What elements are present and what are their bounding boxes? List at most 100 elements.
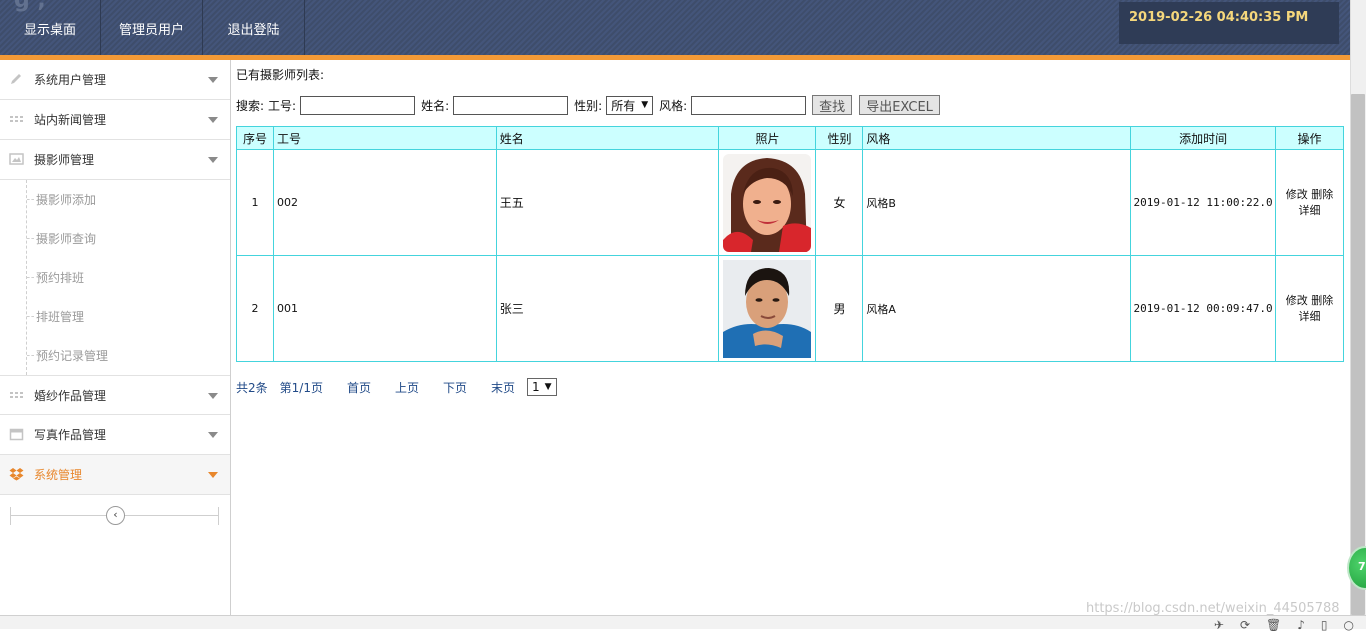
pager-next[interactable]: 下页 bbox=[443, 379, 467, 396]
sidebar-collapse-area: ‹ bbox=[0, 495, 230, 535]
nav-show-desktop[interactable]: 显示桌面 bbox=[0, 0, 101, 56]
chevron-down-icon bbox=[208, 432, 218, 438]
speaker-icon[interactable]: ♪ bbox=[1297, 618, 1305, 632]
col-header-name: 姓名 bbox=[495, 126, 720, 150]
delete-link[interactable]: 删除 bbox=[1311, 294, 1333, 307]
table-header-row: 序号 工号 姓名 照片 性别 风格 添加时间 操作 bbox=[236, 126, 1344, 150]
submenu-add-photographer[interactable]: 摄影师添加 bbox=[0, 180, 230, 219]
pager-total: 共2条 bbox=[236, 380, 268, 395]
style-search-input[interactable] bbox=[691, 95, 807, 115]
woman-portrait-image bbox=[723, 153, 812, 252]
datetime-display: 2019-02-26 04:40:35 PM bbox=[1119, 2, 1339, 44]
photographer-photo bbox=[723, 259, 812, 358]
detail-link[interactable]: 详细 bbox=[1299, 310, 1321, 323]
trash-icon[interactable]: 🗑 bbox=[1266, 618, 1281, 632]
badge-text: 78 bbox=[1358, 560, 1366, 573]
cell-name: 王五 bbox=[495, 149, 720, 256]
delete-link[interactable]: 删除 bbox=[1311, 188, 1333, 201]
grid-icon bbox=[10, 116, 23, 122]
id-search-input[interactable] bbox=[300, 95, 416, 115]
top-nav: 显示桌面 管理员用户 退出登陆 bbox=[0, 0, 305, 56]
detail-link[interactable]: 详细 bbox=[1299, 204, 1321, 217]
col-header-photo: 照片 bbox=[718, 126, 817, 150]
man-portrait-image bbox=[723, 259, 812, 358]
col-header-seq: 序号 bbox=[236, 126, 274, 150]
gender-select-value: 所有 bbox=[611, 98, 636, 113]
gender-select[interactable]: 所有 ▼ bbox=[606, 95, 654, 115]
refresh-icon[interactable]: ⟳ bbox=[1240, 618, 1250, 632]
cell-photo bbox=[718, 149, 817, 256]
nav-logout[interactable]: 退出登陆 bbox=[203, 0, 305, 56]
photographer-table: 序号 工号 姓名 照片 性别 风格 添加时间 操作 1 002 王五 女 风格B… bbox=[236, 126, 1344, 362]
pager-last[interactable]: 末页 bbox=[491, 379, 515, 396]
export-excel-button[interactable]: 导出EXCEL bbox=[859, 95, 940, 115]
menu-system-manage[interactable]: 系统管理 bbox=[0, 455, 230, 495]
cell-style: 风格B bbox=[862, 149, 1132, 256]
collapse-sidebar-button[interactable]: ‹ bbox=[106, 506, 125, 525]
cell-photo bbox=[718, 255, 817, 362]
menu-photographer[interactable]: 摄影师管理 bbox=[0, 140, 230, 180]
cell-seq: 2 bbox=[236, 255, 274, 362]
table-row: 1 002 王五 女 风格B 2019-01-12 11:00:22.0 修改 … bbox=[236, 149, 1344, 256]
nav-admin-user[interactable]: 管理员用户 bbox=[101, 0, 203, 56]
pager-page-of: 第1/1页 bbox=[279, 380, 323, 395]
chevron-down-icon bbox=[208, 472, 218, 478]
pencil-icon bbox=[11, 74, 21, 84]
cell-time: 2019-01-12 11:00:22.0 bbox=[1130, 149, 1277, 256]
dropdown-arrow-icon: ▼ bbox=[641, 100, 649, 110]
search-prefix-label: 搜索: bbox=[236, 98, 265, 113]
photographer-photo bbox=[723, 153, 812, 252]
photographer-submenu: 摄影师添加 摄影师查询 预约排班 排班管理 预约记录管理 bbox=[0, 180, 230, 375]
pager-prev[interactable]: 上页 bbox=[395, 379, 419, 396]
grid-icon bbox=[10, 392, 23, 398]
search-button[interactable]: 查找 bbox=[812, 95, 853, 115]
pager-first[interactable]: 首页 bbox=[347, 379, 371, 396]
edit-link[interactable]: 修改 bbox=[1286, 294, 1308, 307]
col-header-style: 风格 bbox=[862, 126, 1132, 150]
menu-system-users[interactable]: 系统用户管理 bbox=[0, 60, 230, 100]
menu-site-news[interactable]: 站内新闻管理 bbox=[0, 100, 230, 140]
calendar-icon bbox=[9, 428, 24, 441]
dropbox-icon bbox=[9, 468, 24, 481]
cell-id: 002 bbox=[272, 149, 497, 256]
image-icon bbox=[9, 153, 24, 165]
sidebar: 系统用户管理 站内新闻管理 摄影师管理 摄影师添加 摄影师查询 预约排班 排班管… bbox=[0, 60, 231, 615]
chevron-down-icon bbox=[208, 157, 218, 163]
submenu-query-photographer[interactable]: 摄影师查询 bbox=[0, 219, 230, 258]
col-header-gender: 性别 bbox=[815, 126, 864, 150]
list-title: 已有摄影师列表: bbox=[236, 68, 325, 82]
top-header: g , 显示桌面 管理员用户 退出登陆 2019-02-26 04:40:35 … bbox=[0, 0, 1366, 56]
menu-wedding-works[interactable]: 婚纱作品管理 bbox=[0, 375, 230, 415]
cell-id: 001 bbox=[272, 255, 497, 362]
browser-status-bar: ✈ ⟳ 🗑 ♪ ▯ ○ bbox=[0, 615, 1366, 632]
cell-ops: 修改 删除 详细 bbox=[1275, 149, 1344, 256]
cell-gender: 女 bbox=[815, 149, 864, 256]
search-bar: 搜索: 工号: 姓名: 性别: 所有 ▼ 风格: 查找 导出EXCEL bbox=[236, 94, 947, 116]
submenu-booking-records[interactable]: 预约记录管理 bbox=[0, 336, 230, 375]
datetime-text: 2019-02-26 04:40:35 PM bbox=[1129, 10, 1309, 25]
edit-link[interactable]: 修改 bbox=[1286, 188, 1308, 201]
window-icon[interactable]: ▯ bbox=[1321, 618, 1328, 632]
style-label: 风格: bbox=[659, 98, 688, 113]
menu-label: 系统管理 bbox=[34, 468, 83, 482]
vertical-scrollbar-thumb[interactable] bbox=[1351, 94, 1365, 615]
id-label: 工号: bbox=[268, 98, 297, 113]
submenu-schedule-booking[interactable]: 预约排班 bbox=[0, 258, 230, 297]
cell-seq: 1 bbox=[236, 149, 274, 256]
cell-style: 风格A bbox=[862, 255, 1132, 362]
menu-label: 写真作品管理 bbox=[34, 428, 107, 442]
submenu-schedule-manage[interactable]: 排班管理 bbox=[0, 297, 230, 336]
cell-time: 2019-01-12 00:09:47.0 bbox=[1130, 255, 1277, 362]
cell-name: 张三 bbox=[495, 255, 720, 362]
menu-label: 婚纱作品管理 bbox=[34, 388, 107, 403]
page-select-value: 1 bbox=[532, 380, 540, 394]
menu-portrait-works[interactable]: 写真作品管理 bbox=[0, 415, 230, 455]
status-icons: ✈ ⟳ 🗑 ♪ ▯ ○ bbox=[1214, 618, 1354, 632]
main-content: 已有摄影师列表: 搜索: 工号: 姓名: 性别: 所有 ▼ 风格: 查找 导出E… bbox=[236, 60, 1346, 615]
menu-label: 站内新闻管理 bbox=[34, 113, 107, 127]
rocket-icon[interactable]: ✈ bbox=[1214, 618, 1224, 632]
search-icon[interactable]: ○ bbox=[1344, 618, 1354, 632]
dropdown-arrow-icon: ▼ bbox=[544, 382, 552, 392]
page-select[interactable]: 1 ▼ bbox=[527, 378, 557, 396]
name-search-input[interactable] bbox=[453, 95, 569, 115]
